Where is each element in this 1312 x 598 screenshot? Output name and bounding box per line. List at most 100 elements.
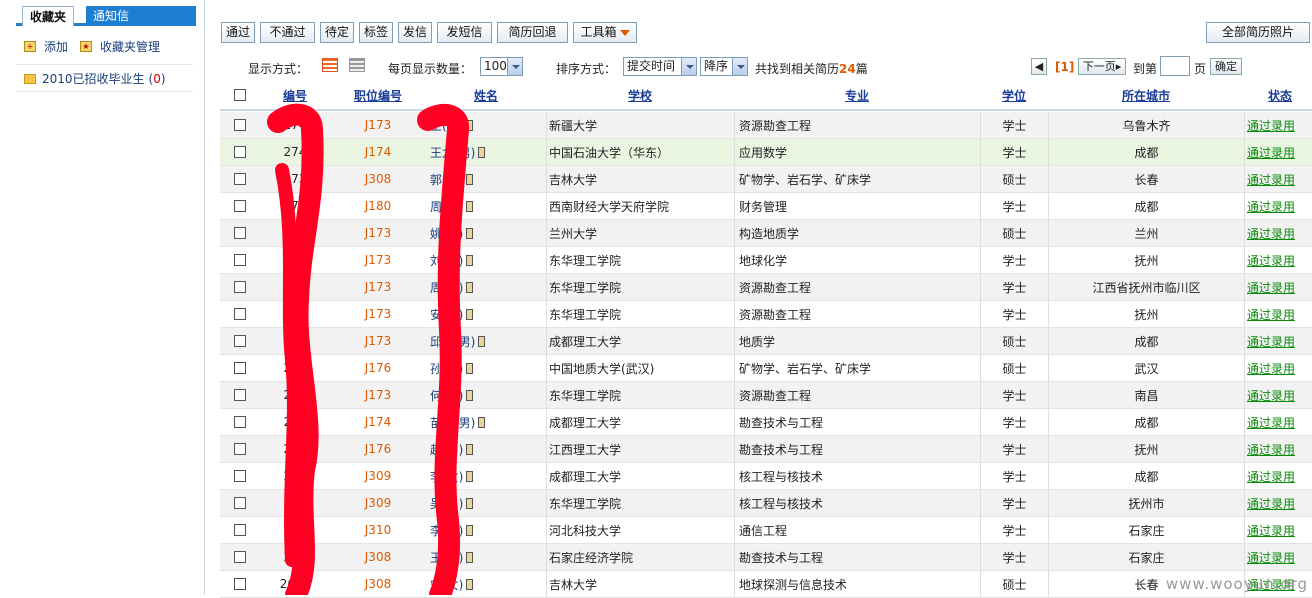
attachment-icon[interactable] — [466, 174, 473, 185]
toolbox-button[interactable]: 工具箱 — [573, 22, 637, 43]
attachment-icon[interactable] — [466, 201, 473, 212]
cell-status[interactable]: 通过录用 — [1244, 517, 1312, 543]
row-checkbox[interactable] — [234, 335, 246, 347]
cell-status[interactable]: 通过录用 — [1244, 463, 1312, 489]
cell-status[interactable]: 通过录用 — [1244, 409, 1312, 435]
cell-name[interactable]: 周(女) — [426, 193, 546, 219]
header-status[interactable]: 状态 — [1244, 81, 1312, 109]
per-page-select[interactable]: 100 — [480, 57, 523, 76]
attachment-icon[interactable] — [478, 147, 485, 158]
cell-name[interactable]: 王(女) — [426, 544, 546, 570]
send-sms-button[interactable]: 发短信 — [437, 22, 492, 43]
cell-name[interactable]: 刘(女) — [426, 247, 546, 273]
header-degree[interactable]: 学位 — [980, 81, 1048, 109]
cell-status[interactable]: 通过录用 — [1244, 166, 1312, 192]
cell-status[interactable]: 通过录用 — [1244, 247, 1312, 273]
table-row[interactable]: 274J173王(男)新疆大学资源勘查工程学士乌鲁木齐通过录用无 — [220, 112, 1312, 139]
prev-page-button[interactable]: ◀ — [1031, 58, 1047, 75]
cell-name[interactable]: 王(男) — [426, 112, 546, 138]
cell-status[interactable]: 通过录用 — [1244, 301, 1312, 327]
confirm-page-button[interactable]: 确定 — [1210, 58, 1242, 75]
reject-button[interactable]: 不通过 — [260, 22, 315, 43]
manage-favorites-link[interactable]: 收藏夹管理 — [100, 38, 160, 55]
row-checkbox[interactable] — [234, 281, 246, 293]
cell-name[interactable]: 王龙(男) — [426, 139, 546, 165]
attachment-icon[interactable] — [466, 390, 473, 401]
cell-status[interactable]: 通过录用 — [1244, 193, 1312, 219]
cell-name[interactable]: 姚(男) — [426, 220, 546, 246]
row-checkbox[interactable] — [234, 200, 246, 212]
header-name[interactable]: 姓名 — [426, 81, 546, 109]
cell-name[interactable]: 苗吉(男) — [426, 409, 546, 435]
header-major[interactable]: 专业 — [734, 81, 980, 109]
folder-label[interactable]: 2010已招收毕业生 — [42, 70, 145, 87]
table-row[interactable]: 268J173刘(女)东华理工学院地球化学学士抚州通过录用无 — [220, 247, 1312, 274]
table-row[interactable]: 270J180周(女)西南财经大学天府学院财务管理学士成都通过录用无 — [220, 193, 1312, 220]
attachment-icon[interactable] — [466, 363, 473, 374]
table-row[interactable]: 268J173周(男)东华理工学院资源勘查工程学士江西省抚州市临川区通过录用无 — [220, 274, 1312, 301]
table-row[interactable]: 265J176赵(男)江西理工大学勘查技术与工程学士抚州通过录用无 — [220, 436, 1312, 463]
attachment-icon[interactable] — [466, 552, 473, 563]
cell-name[interactable]: 李(女) — [426, 517, 546, 543]
row-checkbox[interactable] — [234, 119, 246, 131]
row-checkbox[interactable] — [234, 470, 246, 482]
table-row[interactable]: 267J173邱波(男)成都理工大学地质学硕士成都通过录用无 — [220, 328, 1312, 355]
table-row[interactable]: 273J308郭(男)吉林大学矿物学、岩石学、矿床学硕士长春通过录用无 — [220, 166, 1312, 193]
row-checkbox[interactable] — [234, 227, 246, 239]
cell-name[interactable]: 周(男) — [426, 274, 546, 300]
row-checkbox[interactable] — [234, 578, 246, 590]
select-all-checkbox[interactable] — [234, 89, 246, 101]
attachment-icon[interactable] — [478, 336, 485, 347]
cell-status[interactable]: 通过录用 — [1244, 490, 1312, 516]
cell-status[interactable]: 通过录用 — [1244, 382, 1312, 408]
pending-button[interactable]: 待定 — [320, 22, 354, 43]
attachment-icon[interactable] — [478, 417, 485, 428]
row-checkbox[interactable] — [234, 551, 246, 563]
row-checkbox[interactable] — [234, 173, 246, 185]
row-checkbox[interactable] — [234, 416, 246, 428]
tag-button[interactable]: 标签 — [359, 22, 393, 43]
attachment-icon[interactable] — [466, 444, 473, 455]
table-row[interactable]: 270J173姚(男)兰州大学构造地质学硕士兰州通过录用无 — [220, 220, 1312, 247]
sort-order-select[interactable]: 降序 — [700, 57, 748, 76]
row-checkbox[interactable] — [234, 362, 246, 374]
cell-status[interactable]: 通过录用 — [1244, 355, 1312, 381]
cell-status[interactable]: 通过录用 — [1244, 220, 1312, 246]
row-checkbox[interactable] — [234, 254, 246, 266]
cell-name[interactable]: 郭(男) — [426, 166, 546, 192]
cell-status[interactable]: 通过录用 — [1244, 112, 1312, 138]
header-id[interactable]: 编号 — [260, 81, 330, 109]
list-view-icon[interactable] — [322, 58, 338, 72]
attachment-icon[interactable] — [466, 282, 473, 293]
attachment-icon[interactable] — [466, 309, 473, 320]
cell-name[interactable]: 安(女) — [426, 301, 546, 327]
send-mail-button[interactable]: 发信 — [398, 22, 432, 43]
page-number-input[interactable] — [1160, 56, 1190, 76]
tab-favorites[interactable]: 收藏夹 — [22, 6, 74, 26]
row-checkbox[interactable] — [234, 389, 246, 401]
header-school[interactable]: 学校 — [546, 81, 734, 109]
cell-status[interactable]: 通过录用 — [1244, 328, 1312, 354]
table-row[interactable]: 2662J308宁(女)吉林大学地球探测与信息技术硕士长春通过录用无 — [220, 571, 1312, 598]
header-city[interactable]: 所在城市 — [1048, 81, 1244, 109]
sort-field-select[interactable]: 提交时间 — [623, 57, 697, 76]
attachment-icon[interactable] — [466, 498, 473, 509]
row-checkbox[interactable] — [234, 308, 246, 320]
table-row[interactable]: 263J308王(女)石家庄经济学院勘查技术与工程学士石家庄通过录用无 — [220, 544, 1312, 571]
pass-button[interactable]: 通过 — [221, 22, 255, 43]
cell-status[interactable]: 通过录用 — [1244, 274, 1312, 300]
cell-status[interactable]: 通过录用 — [1244, 139, 1312, 165]
row-checkbox[interactable] — [234, 443, 246, 455]
table-row[interactable]: 264J309李(女)成都理工大学核工程与核技术学士成都通过录用无 — [220, 463, 1312, 490]
header-job-id[interactable]: 职位编号 — [330, 81, 426, 109]
resume-return-button[interactable]: 简历回退 — [497, 22, 568, 43]
table-row[interactable]: 268J173安(女)东华理工学院资源勘查工程学士抚州通过录用无 — [220, 301, 1312, 328]
attachment-icon[interactable] — [466, 255, 473, 266]
cell-name[interactable]: 宁(女) — [426, 571, 546, 597]
tab-notices[interactable]: 通知信 — [86, 6, 196, 26]
table-row[interactable]: 263J310李(女)河北科技大学通信工程学士石家庄通过录用无 — [220, 517, 1312, 544]
cell-status[interactable]: 通过录用 — [1244, 544, 1312, 570]
table-row[interactable]: 264J309吴(男)东华理工学院核工程与核技术学士抚州市通过录用无 — [220, 490, 1312, 517]
cell-status[interactable]: 通过录用 — [1244, 436, 1312, 462]
cell-name[interactable]: 邱波(男) — [426, 328, 546, 354]
